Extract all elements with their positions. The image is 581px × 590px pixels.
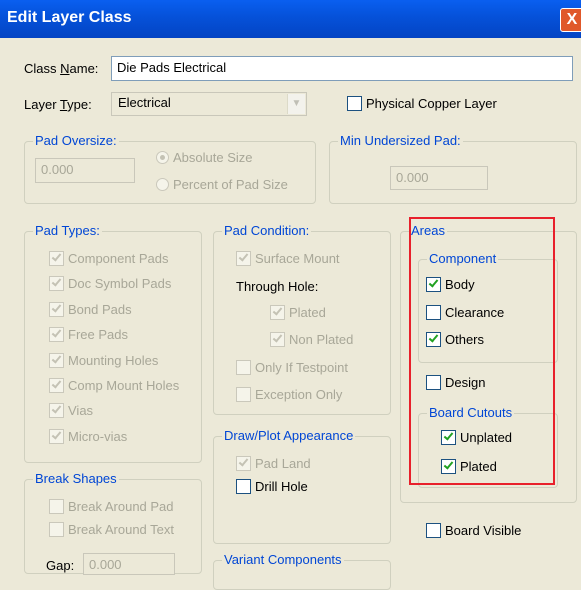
layer-type-value: Electrical — [118, 95, 171, 110]
class-name-input[interactable]: Die Pads Electrical — [111, 56, 573, 81]
check-icon — [236, 456, 251, 471]
highlight-box — [409, 217, 555, 485]
gap-label: Gap: — [46, 558, 75, 573]
variant-components-title: Variant Components — [222, 552, 344, 568]
break-shapes-title: Break Shapes — [33, 471, 119, 487]
check-icon — [49, 429, 64, 444]
checkbox-box — [236, 479, 251, 494]
board-visible-checkbox[interactable]: Board Visible — [426, 523, 521, 541]
drill-hole-label: Drill Hole — [255, 479, 308, 494]
bond-pads-checkbox[interactable]: Bond Pads — [49, 302, 132, 320]
physical-copper-label: Physical Copper Layer — [366, 96, 497, 111]
free-pads-checkbox[interactable]: Free Pads — [49, 327, 128, 345]
min-undersized-title: Min Undersized Pad: — [338, 133, 463, 149]
exception-only-checkbox[interactable]: Exception Only — [236, 387, 342, 405]
non-plated-checkbox[interactable]: Non Plated — [270, 332, 353, 350]
pad-oversize-input[interactable]: 0.000 — [35, 158, 135, 183]
check-icon — [49, 276, 64, 291]
mounting-holes-label: Mounting Holes — [68, 353, 159, 368]
chevron-down-icon[interactable]: ▼ — [287, 94, 305, 114]
mounting-holes-checkbox[interactable]: Mounting Holes — [49, 353, 158, 371]
absolute-size-radio[interactable]: Absolute Size — [156, 150, 253, 168]
percent-pad-size-label: Percent of Pad Size — [173, 177, 288, 192]
close-button[interactable]: X — [560, 8, 581, 32]
check-icon — [270, 305, 285, 320]
micro-vias-checkbox[interactable]: Micro-vias — [49, 429, 127, 447]
exception-only-label: Exception Only — [255, 387, 343, 402]
min-undersized-input[interactable]: 0.000 — [390, 166, 488, 190]
pad-condition-title: Pad Condition: — [222, 223, 312, 239]
layer-type-label: Layer Type: — [24, 97, 92, 112]
comp-mount-holes-label: Comp Mount Holes — [68, 378, 180, 393]
only-if-testpoint-checkbox[interactable]: Only If Testpoint — [236, 360, 348, 378]
check-icon — [236, 251, 251, 266]
vias-label: Vias — [68, 403, 94, 418]
comp-mount-holes-checkbox[interactable]: Comp Mount Holes — [49, 378, 179, 396]
check-icon — [270, 332, 285, 347]
break-around-text-label: Break Around Text — [68, 522, 174, 537]
close-icon: X — [566, 11, 578, 28]
checkbox-box — [49, 499, 64, 514]
percent-pad-size-radio[interactable]: Percent of Pad Size — [156, 177, 288, 195]
check-icon — [49, 327, 64, 342]
surface-mount-label: Surface Mount — [255, 251, 340, 266]
check-icon — [49, 302, 64, 317]
radio-icon — [156, 151, 169, 164]
layer-type-select[interactable]: Electrical ▼ — [111, 92, 307, 116]
plated-label: Plated — [289, 305, 326, 320]
class-name-label: Class Name: — [24, 61, 99, 76]
surface-mount-checkbox[interactable]: Surface Mount — [236, 251, 340, 269]
radio-icon — [156, 178, 169, 191]
non-plated-label: Non Plated — [289, 332, 354, 347]
doc-symbol-pads-checkbox[interactable]: Doc Symbol Pads — [49, 276, 171, 294]
pad-land-label: Pad Land — [255, 456, 311, 471]
only-if-testpoint-label: Only If Testpoint — [255, 360, 348, 375]
window-title: Edit Layer Class — [7, 9, 132, 26]
checkbox-box — [426, 523, 441, 538]
break-around-pad-label: Break Around Pad — [68, 499, 174, 514]
draw-plot-title: Draw/Plot Appearance — [222, 428, 356, 444]
check-icon — [49, 251, 64, 266]
free-pads-label: Free Pads — [68, 327, 128, 342]
break-around-text-checkbox[interactable]: Break Around Text — [49, 522, 174, 540]
board-visible-label: Board Visible — [445, 523, 522, 538]
checkbox-box — [347, 96, 362, 111]
check-icon — [49, 353, 64, 368]
component-pads-checkbox[interactable]: Component Pads — [49, 251, 168, 269]
break-around-pad-checkbox[interactable]: Break Around Pad — [49, 499, 174, 517]
gap-input[interactable]: 0.000 — [83, 553, 175, 575]
check-icon — [49, 378, 64, 393]
doc-symbol-pads-label: Doc Symbol Pads — [68, 276, 172, 291]
variant-components-group: Variant Components — [213, 552, 391, 590]
absolute-size-label: Absolute Size — [173, 150, 253, 165]
checkbox-box — [236, 387, 251, 402]
pad-oversize-title: Pad Oversize: — [33, 133, 119, 149]
title-bar: Edit Layer Class X — [0, 0, 581, 38]
checkbox-box — [236, 360, 251, 375]
pad-land-checkbox[interactable]: Pad Land — [236, 456, 311, 474]
micro-vias-label: Micro-vias — [68, 429, 128, 444]
bond-pads-label: Bond Pads — [68, 302, 132, 317]
physical-copper-checkbox[interactable]: Physical Copper Layer — [347, 96, 497, 114]
component-pads-label: Component Pads — [68, 251, 169, 266]
vias-checkbox[interactable]: Vias — [49, 403, 93, 421]
pad-types-title: Pad Types: — [33, 223, 102, 239]
check-icon — [49, 403, 64, 418]
checkbox-box — [49, 522, 64, 537]
drill-hole-checkbox[interactable]: Drill Hole — [236, 479, 308, 497]
through-hole-label: Through Hole: — [236, 279, 319, 294]
plated-checkbox[interactable]: Plated — [270, 305, 326, 323]
